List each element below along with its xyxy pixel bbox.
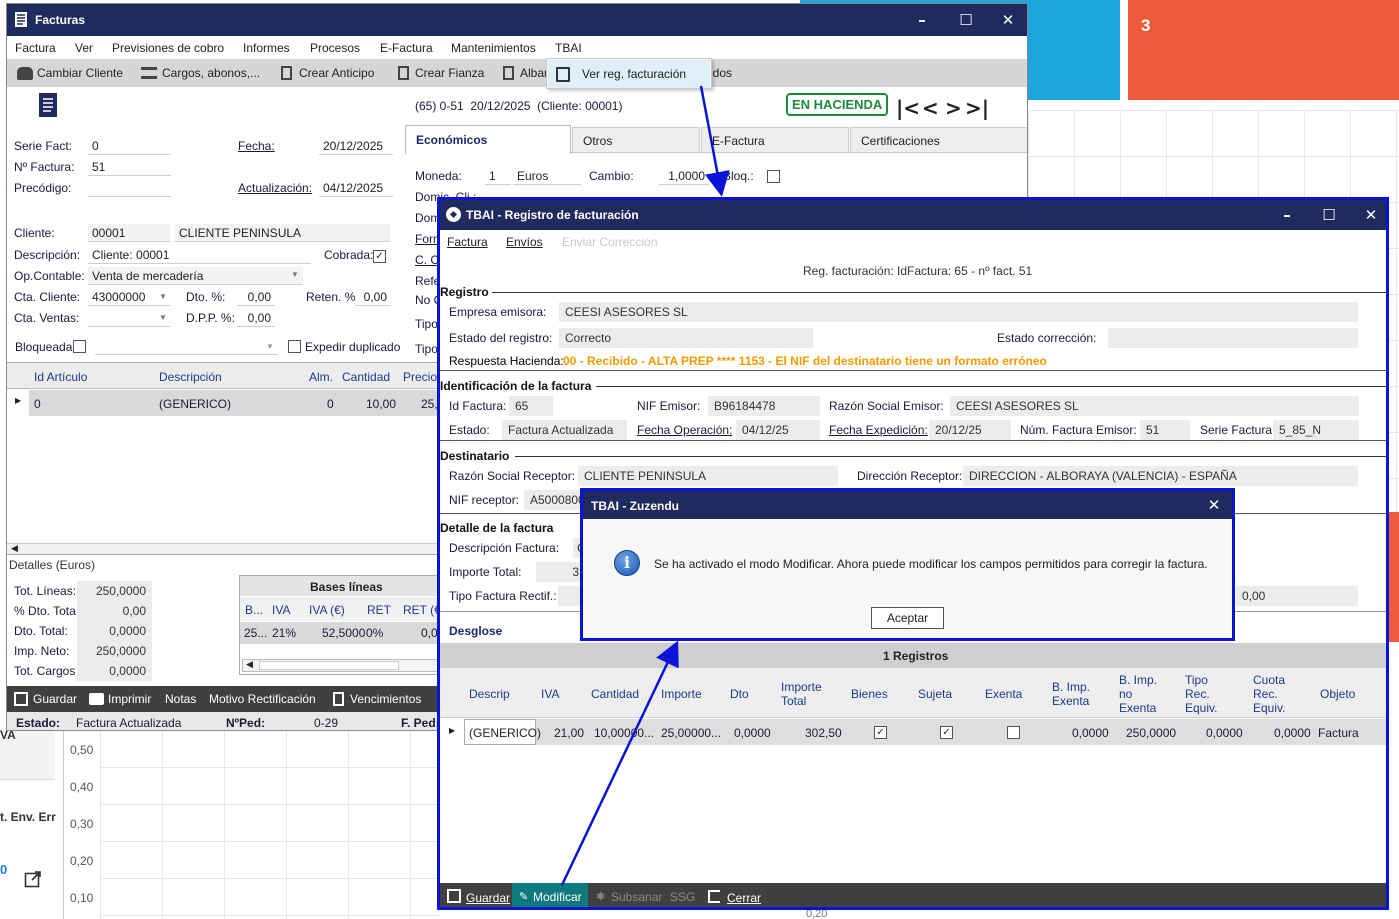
annotation-arrows [560, 85, 730, 886]
